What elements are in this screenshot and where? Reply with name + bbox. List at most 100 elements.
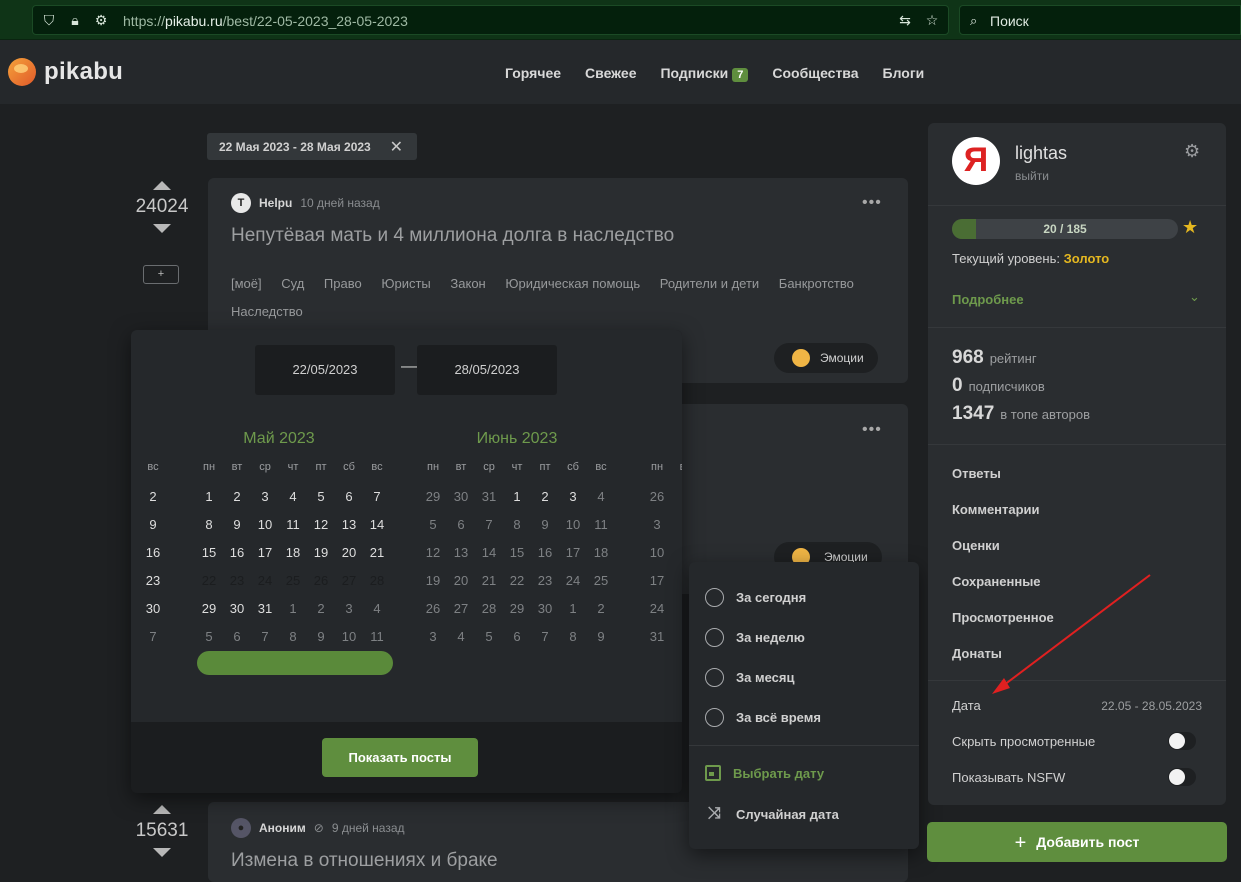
menu-answers[interactable]: Ответы xyxy=(952,466,1001,481)
calendar-day[interactable]: 14 xyxy=(363,514,391,536)
menu-comments[interactable]: Комментарии xyxy=(952,502,1040,517)
show-nsfw-toggle[interactable] xyxy=(1168,768,1196,786)
calendar-day[interactable]: 22 xyxy=(503,570,531,592)
calendar-day[interactable]: 28 xyxy=(475,598,503,620)
period-today[interactable]: За сегодня xyxy=(705,588,806,607)
upvote-arrow-icon[interactable] xyxy=(153,181,171,190)
menu-donations[interactable]: Донаты xyxy=(952,646,1002,661)
calendar-day[interactable]: 10 xyxy=(643,542,671,564)
calendar-day[interactable]: 7 xyxy=(139,626,167,648)
calendar-day[interactable]: 1 xyxy=(503,486,531,508)
calendar-day[interactable]: 2 xyxy=(531,486,559,508)
calendar-day[interactable]: 23 xyxy=(223,570,251,592)
shield-icon[interactable]: ⛉ xyxy=(41,12,57,28)
more-options-icon[interactable]: ••• xyxy=(862,421,882,439)
calendar-day[interactable]: 29 xyxy=(195,598,223,620)
calendar-day[interactable]: 24 xyxy=(559,570,587,592)
calendar-day[interactable]: 4 xyxy=(447,626,475,648)
calendar-day[interactable]: 31 xyxy=(643,626,671,648)
calendar-day[interactable]: 9 xyxy=(531,514,559,536)
calendar-day[interactable]: 16 xyxy=(531,542,559,564)
logout-link[interactable]: выйти xyxy=(1015,169,1049,183)
date-filter-row[interactable]: Дата 22.05 - 28.05.2023 xyxy=(952,698,1202,713)
author-name[interactable]: Helpu xyxy=(259,196,292,210)
calendar-day[interactable]: 27 xyxy=(447,598,475,620)
calendar-day[interactable]: 7 xyxy=(363,486,391,508)
calendar-day[interactable]: 3 xyxy=(335,598,363,620)
nav-subscriptions[interactable]: Подписки 7 xyxy=(660,65,749,82)
calendar-day[interactable]: 13 xyxy=(447,542,475,564)
calendar-day[interactable]: 30 xyxy=(139,598,167,620)
show-posts-button[interactable]: Показать посты xyxy=(322,738,478,777)
calendar-day[interactable]: 3 xyxy=(643,514,671,536)
calendar-day[interactable]: 6 xyxy=(503,626,531,648)
downvote-arrow-icon[interactable] xyxy=(153,224,171,233)
calendar-day[interactable]: 10 xyxy=(559,514,587,536)
calendar-day[interactable]: 6 xyxy=(447,514,475,536)
username[interactable]: lightas xyxy=(1015,143,1067,164)
calendar-day[interactable]: 3 xyxy=(251,486,279,508)
calendar-day[interactable]: 15 xyxy=(195,542,223,564)
calendar-day[interactable]: 17 xyxy=(251,542,279,564)
calendar-day[interactable]: 4 xyxy=(363,598,391,620)
date-filter-chip[interactable]: 22 Мая 2023 - 28 Мая 2023 ✕ xyxy=(207,133,417,160)
calendar-day[interactable]: 12 xyxy=(419,542,447,564)
more-details-link[interactable]: Подробнее xyxy=(952,292,1024,307)
calendar-day[interactable]: 21 xyxy=(475,570,503,592)
calendar-day[interactable]: 28 xyxy=(363,570,391,592)
calendar-day[interactable]: 10 xyxy=(251,514,279,536)
calendar-day[interactable]: 19 xyxy=(307,542,335,564)
calendar-day[interactable]: 26 xyxy=(643,486,671,508)
calendar-day[interactable]: 4 xyxy=(279,486,307,508)
calendar-day[interactable]: 2 xyxy=(139,486,167,508)
calendar-day[interactable]: 18 xyxy=(279,542,307,564)
nav-blogs[interactable]: Блоги xyxy=(883,65,925,82)
calendar-day[interactable]: 31 xyxy=(251,598,279,620)
calendar-day[interactable]: 7 xyxy=(531,626,559,648)
add-post-button[interactable]: + Добавить пост xyxy=(927,822,1227,862)
tag[interactable]: Родители и дети xyxy=(660,270,759,298)
downvote-arrow-icon[interactable] xyxy=(153,848,171,857)
translate-icon[interactable]: ⇆ xyxy=(897,12,913,28)
calendar-day[interactable]: 27 xyxy=(335,570,363,592)
address-bar[interactable]: ⛉ 🔒︎ ⚙︎ https://pikabu.ru/best/22-05-202… xyxy=(32,5,949,35)
date-to-input[interactable]: 28/05/2023 xyxy=(417,345,557,395)
calendar-day[interactable]: 9 xyxy=(587,626,615,648)
calendar-day[interactable]: 5 xyxy=(475,626,503,648)
calendar-day[interactable]: 11 xyxy=(363,626,391,648)
calendar-day[interactable]: 20 xyxy=(335,542,363,564)
url-text[interactable]: https://pikabu.ru/best/22-05-2023_28-05-… xyxy=(123,13,408,29)
calendar-day[interactable]: 8 xyxy=(279,626,307,648)
tag[interactable]: Юридическая помощь xyxy=(505,270,640,298)
calendar-day[interactable]: 17 xyxy=(643,570,671,592)
tag[interactable]: Наследство xyxy=(231,298,303,326)
nav-hot[interactable]: Горячее xyxy=(505,65,561,82)
calendar-day[interactable]: 10 xyxy=(335,626,363,648)
calendar-day[interactable]: 2 xyxy=(587,598,615,620)
date-from-input[interactable]: 22/05/2023 xyxy=(255,345,395,395)
more-options-icon[interactable]: ••• xyxy=(862,194,882,212)
calendar-day[interactable]: 7 xyxy=(251,626,279,648)
calendar-day[interactable]: 11 xyxy=(587,514,615,536)
calendar-day[interactable]: 8 xyxy=(559,626,587,648)
calendar-day[interactable]: 16 xyxy=(139,542,167,564)
menu-ratings[interactable]: Оценки xyxy=(952,538,1000,553)
permissions-icon[interactable]: ⚙︎ xyxy=(93,12,109,28)
calendar-day[interactable]: 25 xyxy=(279,570,307,592)
calendar-day[interactable]: 3 xyxy=(559,486,587,508)
browser-search-box[interactable]: ⌕ Поиск xyxy=(959,5,1241,35)
calendar-day[interactable]: 21 xyxy=(363,542,391,564)
calendar-day[interactable]: 4 xyxy=(587,486,615,508)
calendar-day[interactable]: 29 xyxy=(503,598,531,620)
calendar-day[interactable]: 8 xyxy=(503,514,531,536)
period-all-time[interactable]: За всё время xyxy=(705,708,821,727)
upvote-arrow-icon[interactable] xyxy=(153,805,171,814)
nav-communities[interactable]: Сообщества xyxy=(772,65,858,82)
calendar-day[interactable]: 9 xyxy=(223,514,251,536)
tag[interactable]: Суд xyxy=(281,270,304,298)
nav-fresh[interactable]: Свежее xyxy=(585,65,636,82)
calendar-day[interactable]: 6 xyxy=(335,486,363,508)
calendar-day[interactable]: 1 xyxy=(559,598,587,620)
close-icon[interactable]: ✕ xyxy=(390,137,403,157)
calendar-day[interactable]: 8 xyxy=(195,514,223,536)
